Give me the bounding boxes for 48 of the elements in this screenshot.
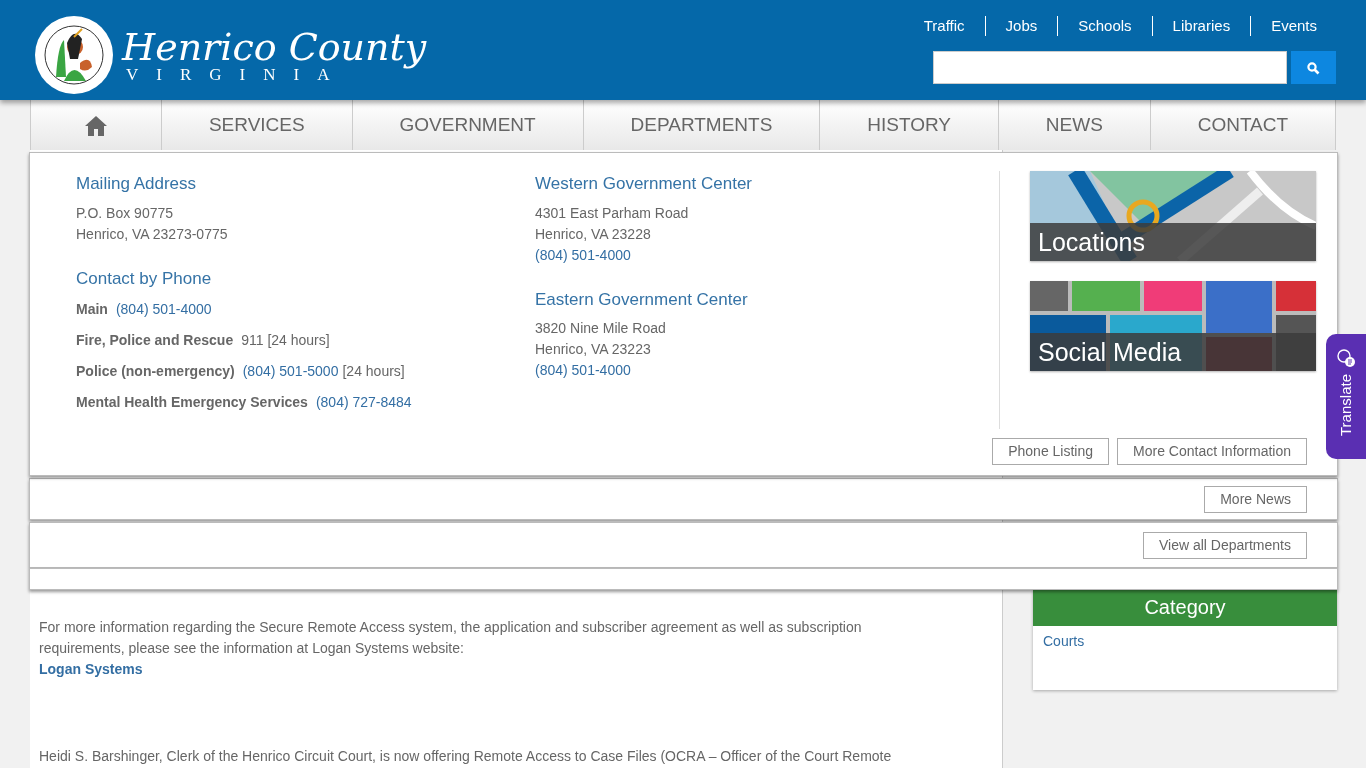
translate-button[interactable]: Translate (1326, 334, 1366, 459)
tile-label: Locations (1030, 223, 1316, 261)
address-line: P.O. Box 90775 (76, 203, 175, 223)
paragraph: For more information regarding the Secure Remote Access system, the application and subscriber agreement as well as subscription requirements, please see the information at Logan Systems website: (39, 618, 863, 658)
phone-link[interactable]: (804) 501-4000 (535, 244, 999, 266)
section-heading: Contact by Phone (76, 267, 213, 290)
panel-button[interactable]: More News (1204, 485, 1307, 513)
address-line: Henrico, VA 23223 (535, 340, 652, 359)
phone-link[interactable]: (804) 501-4000 (535, 360, 999, 381)
search-button[interactable] (1291, 51, 1336, 84)
section-heading: Eastern Government Center (535, 288, 749, 311)
site-subtitle: VIRGINIA (125, 65, 348, 83)
translate-icon (1336, 348, 1356, 368)
section-heading: Mailing Address (76, 173, 197, 195)
search-field[interactable] (933, 51, 1287, 84)
phone-label: Fire, Police and Rescue (76, 331, 234, 350)
panel-button[interactable]: More Contact Information (1117, 438, 1307, 465)
address-line: 3820 Nine Mile Road (535, 319, 667, 338)
phone-link[interactable]: (804) 727-8484 (315, 392, 412, 413)
text-link[interactable]: Logan Systems (39, 661, 143, 677)
paragraph: Heidi S. Barshinger, Clerk of the Henrico Circuit Court, is now offering Remote Access to Case Files (OCRA – Officer of the Court Remote (39, 747, 893, 766)
county-seal-icon[interactable] (34, 15, 114, 95)
phone-link[interactable]: (804) 501-4000 (115, 299, 212, 320)
address-line: Henrico, VA 23273-0775 (76, 224, 229, 244)
quick-link[interactable]: Traffic (903, 16, 985, 36)
category-heading: Category (1033, 590, 1337, 626)
panel-button[interactable]: View all Departments (1142, 531, 1307, 559)
tile-link[interactable]: Social Media (1030, 281, 1316, 371)
quick-link[interactable]: Schools (1057, 16, 1152, 36)
phone-note: [24 hours] (342, 362, 405, 381)
quick-link[interactable]: Libraries (1151, 16, 1251, 36)
tile-link[interactable]: Locations (1030, 171, 1316, 261)
phone-label: Main (76, 300, 108, 319)
home-icon (85, 114, 107, 137)
address-line: 4301 East Parham Road (535, 203, 690, 223)
phone-link[interactable]: (804) 501-5000 (242, 361, 339, 382)
nav-tab[interactable]: CONTACT (1150, 100, 1336, 150)
phone-label: Mental Health Emergency Services (76, 393, 308, 412)
phone-label: Police (non-emergency) (76, 362, 235, 381)
category-link[interactable]: Courts (1043, 631, 1327, 652)
phone-note: 911 [24 hours] (241, 331, 330, 350)
panel-button[interactable]: Phone Listing (992, 438, 1110, 465)
tile-label: Social Media (1030, 333, 1316, 371)
search-icon (1307, 61, 1320, 75)
quick-link[interactable]: Events (1250, 16, 1336, 36)
quick-link[interactable]: Jobs (984, 16, 1058, 36)
section-heading: Western Government Center (535, 173, 753, 195)
address-line: Henrico, VA 23228 (535, 224, 652, 244)
